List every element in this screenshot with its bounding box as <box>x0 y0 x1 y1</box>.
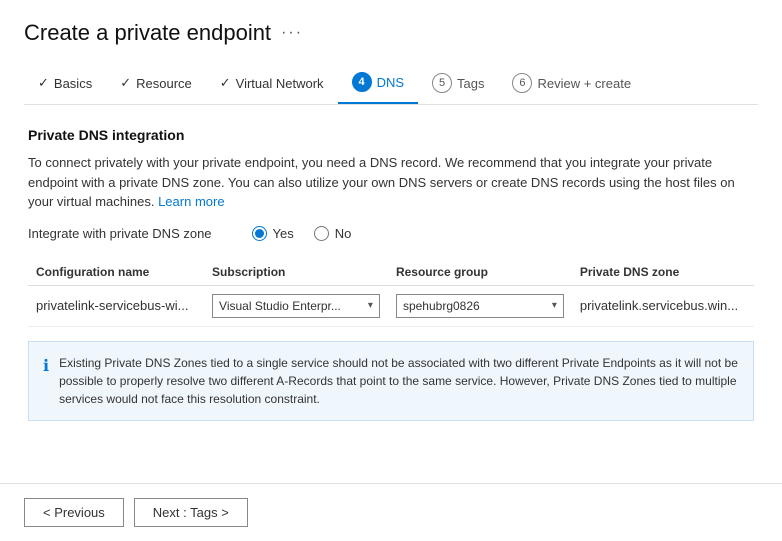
radio-no-label: No <box>335 226 352 241</box>
step-tags-num: 5 <box>432 73 452 93</box>
step-virtual-network[interactable]: ✓ Virtual Network <box>206 67 338 101</box>
ellipsis-menu[interactable]: ··· <box>281 24 303 42</box>
radio-no-option[interactable]: No <box>314 226 352 241</box>
info-box: ℹ Existing Private DNS Zones tied to a s… <box>28 341 754 421</box>
page-title: Create a private endpoint <box>24 20 271 46</box>
radio-no-input[interactable] <box>314 226 329 241</box>
info-text: Existing Private DNS Zones tied to a sin… <box>59 354 739 408</box>
step-dns-num: 4 <box>352 72 372 92</box>
dns-table: Configuration name Subscription Resource… <box>28 259 754 327</box>
resource-group-dropdown[interactable]: spehubrg0826 ▾ <box>396 294 564 318</box>
step-tags-label: Tags <box>457 76 484 91</box>
radio-label: Integrate with private DNS zone <box>28 226 212 241</box>
step-basics[interactable]: ✓ Basics <box>24 67 106 101</box>
step-review-label: Review + create <box>537 76 631 91</box>
radio-yes-label: Yes <box>273 226 294 241</box>
step-review[interactable]: 6 Review + create <box>498 65 645 103</box>
step-dns[interactable]: 4 DNS <box>338 64 418 104</box>
chevron-down-icon: ▾ <box>552 300 557 311</box>
cell-resource-group[interactable]: spehubrg0826 ▾ <box>388 285 572 326</box>
step-dns-label: DNS <box>377 75 404 90</box>
chevron-down-icon: ▾ <box>368 300 373 311</box>
step-resource-label: Resource <box>136 76 192 91</box>
step-basics-label: Basics <box>54 76 92 91</box>
cell-private-dns-zone: privatelink.servicebus.win... <box>572 285 754 326</box>
col-config-name: Configuration name <box>28 259 204 286</box>
check-icon: ✓ <box>220 75 231 91</box>
table-row: privatelink-servicebus-wi... Visual Stud… <box>28 285 754 326</box>
cell-subscription[interactable]: Visual Studio Enterpr... ▾ <box>204 285 388 326</box>
info-icon: ℹ <box>43 355 49 379</box>
radio-yes-option[interactable]: Yes <box>252 226 294 241</box>
wizard-steps: ✓ Basics ✓ Resource ✓ Virtual Network 4 … <box>24 64 758 105</box>
radio-yes-input[interactable] <box>252 226 267 241</box>
previous-button[interactable]: < Previous <box>24 498 124 527</box>
footer: < Previous Next : Tags > <box>0 483 782 541</box>
col-subscription: Subscription <box>204 259 388 286</box>
step-resource[interactable]: ✓ Resource <box>106 67 206 101</box>
learn-more-link[interactable]: Learn more <box>158 194 224 209</box>
col-private-dns-zone: Private DNS zone <box>572 259 754 286</box>
subscription-dropdown[interactable]: Visual Studio Enterpr... ▾ <box>212 294 380 318</box>
col-resource-group: Resource group <box>388 259 572 286</box>
radio-row: Integrate with private DNS zone Yes No <box>28 226 754 241</box>
next-button[interactable]: Next : Tags > <box>134 498 248 527</box>
cell-config-name: privatelink-servicebus-wi... <box>28 285 204 326</box>
section-title: Private DNS integration <box>28 127 754 143</box>
step-review-num: 6 <box>512 73 532 93</box>
step-tags[interactable]: 5 Tags <box>418 65 498 103</box>
check-icon: ✓ <box>38 75 49 91</box>
step-virtual-network-label: Virtual Network <box>236 76 324 91</box>
resource-group-value: spehubrg0826 <box>403 299 546 313</box>
check-icon: ✓ <box>120 75 131 91</box>
description-text: To connect privately with your private e… <box>28 153 754 212</box>
subscription-value: Visual Studio Enterpr... <box>219 299 362 313</box>
